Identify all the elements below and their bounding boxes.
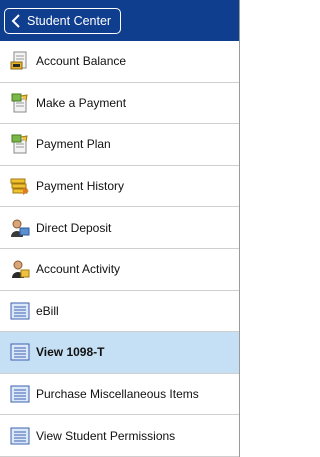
menu-item-label: View 1098-T: [36, 345, 105, 360]
chevron-left-icon: [11, 14, 21, 28]
menu-item-label: Make a Payment: [36, 95, 127, 110]
menu-item-label: Account Activity: [36, 262, 121, 277]
document-icon: [10, 342, 30, 362]
direct-deposit-icon: [10, 218, 30, 238]
app-frame: Student Center Account Balance Make a Pa…: [0, 0, 240, 457]
header-bar: Student Center: [0, 0, 239, 41]
menu-item-label: eBill: [36, 303, 59, 318]
menu-item-payment-history[interactable]: Payment History: [0, 165, 239, 208]
menu-item-direct-deposit[interactable]: Direct Deposit: [0, 207, 239, 249]
student-center-back-button[interactable]: Student Center: [4, 8, 121, 34]
payment-plan-icon: [10, 134, 30, 154]
menu-item-label: Direct Deposit: [36, 220, 112, 235]
menu-item-view-1098t[interactable]: View 1098-T: [0, 332, 239, 374]
menu-item-ebill[interactable]: eBill: [0, 290, 239, 333]
document-icon: [10, 384, 30, 404]
menu-item-label: Purchase Miscellaneous Items: [36, 387, 199, 402]
menu-item-purchase-miscellaneous-items[interactable]: Purchase Miscellaneous Items: [0, 373, 239, 416]
menu-item-label: View Student Permissions: [36, 428, 176, 443]
menu-item-account-balance[interactable]: Account Balance: [0, 41, 239, 83]
navigation-menu: Account Balance Make a Payment Payment P…: [0, 41, 239, 457]
menu-item-label: Payment History: [36, 179, 125, 194]
menu-item-label: Payment Plan: [36, 137, 111, 152]
back-button-label: Student Center: [27, 14, 112, 28]
document-icon: [10, 426, 30, 446]
menu-item-view-student-permissions[interactable]: View Student Permissions: [0, 415, 239, 457]
document-icon: [10, 301, 30, 321]
menu-item-make-a-payment[interactable]: Make a Payment: [0, 82, 239, 125]
payment-icon: [10, 93, 30, 113]
menu-item-payment-plan[interactable]: Payment Plan: [0, 124, 239, 166]
menu-item-account-activity[interactable]: Account Activity: [0, 248, 239, 291]
account-activity-icon: [10, 259, 30, 279]
account-balance-icon: [10, 51, 30, 71]
menu-item-label: Account Balance: [36, 54, 127, 69]
payment-history-icon: [10, 176, 30, 196]
